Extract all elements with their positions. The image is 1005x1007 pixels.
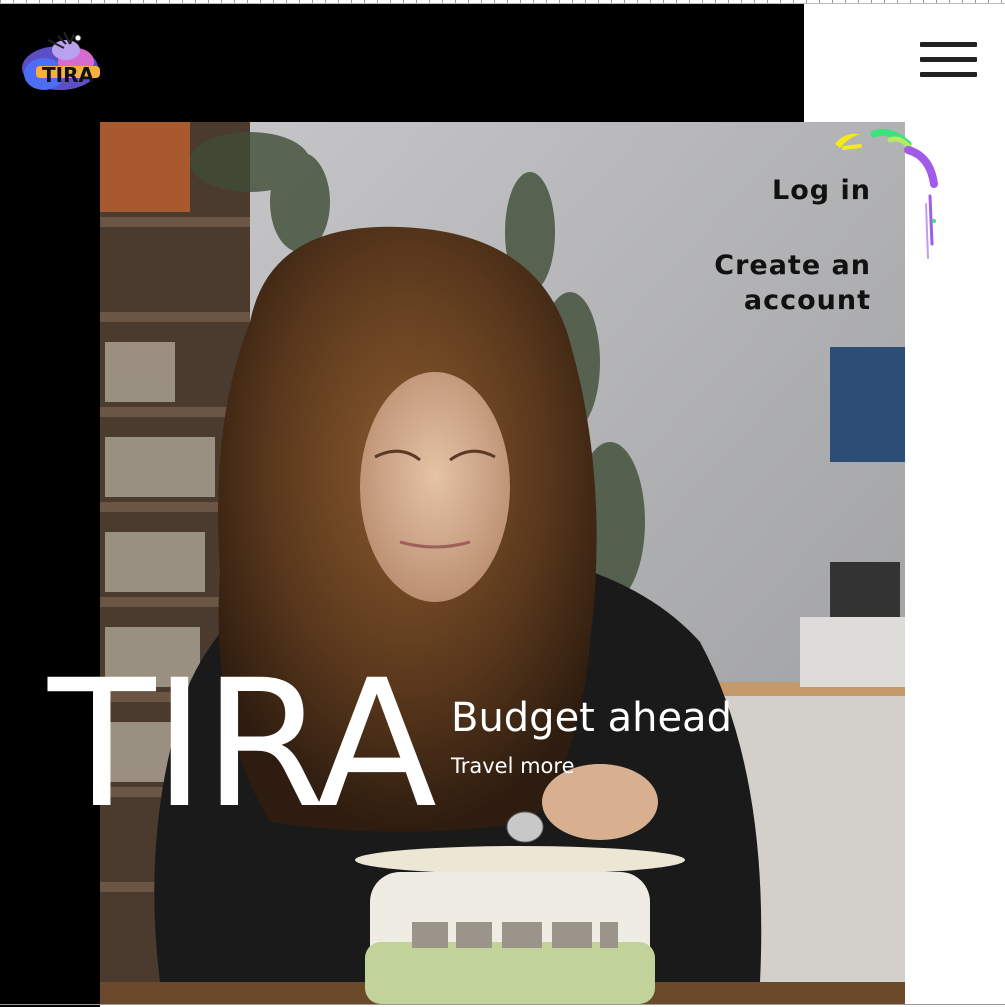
hero-tagline: Budget ahead bbox=[451, 695, 732, 741]
hamburger-menu-icon[interactable] bbox=[920, 40, 978, 82]
bottom-border bbox=[0, 1004, 1005, 1005]
menu-bar-top bbox=[920, 42, 977, 47]
header-black-panel bbox=[0, 4, 804, 122]
create-account-link[interactable]: Create an account bbox=[611, 248, 871, 318]
menu-bar-bottom bbox=[920, 72, 977, 77]
hero-subline: Travel more bbox=[451, 754, 575, 778]
login-link[interactable]: Log in bbox=[772, 173, 871, 208]
tira-logo[interactable]: TIRA bbox=[18, 26, 102, 94]
hero-brand-title: TIRA bbox=[48, 642, 437, 847]
logo-text: TIRA bbox=[42, 63, 94, 87]
left-black-strip bbox=[0, 122, 100, 1007]
menu-bar-middle bbox=[920, 57, 977, 62]
